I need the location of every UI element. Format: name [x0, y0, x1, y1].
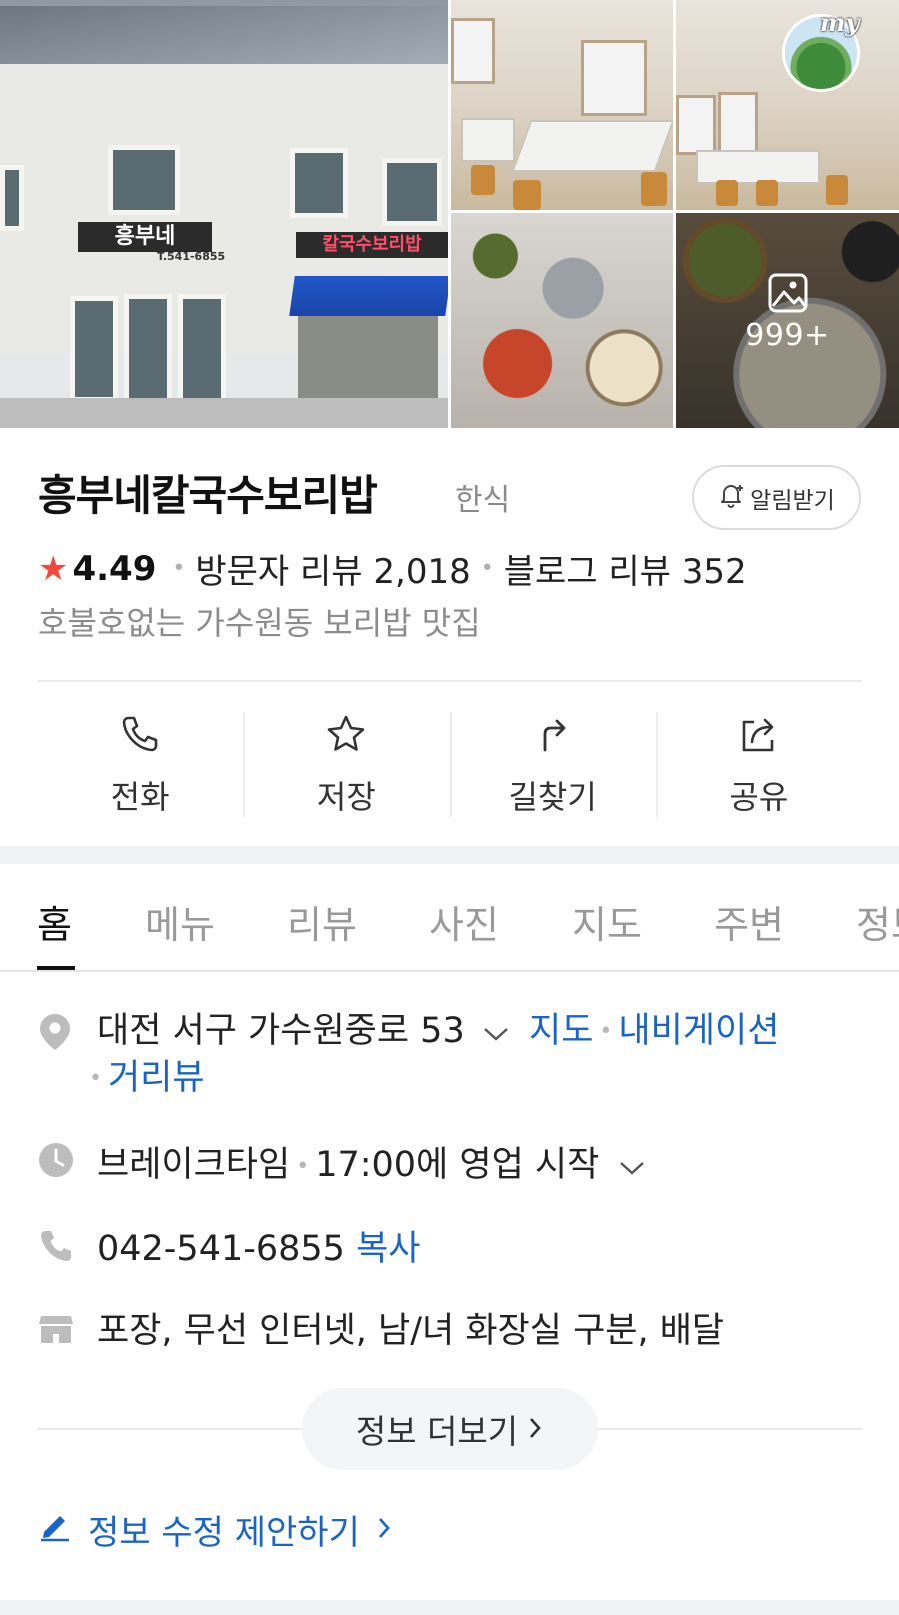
store-icon: [38, 1310, 74, 1350]
share-label: 공유: [729, 778, 789, 816]
chevron-right-icon: [526, 1410, 544, 1449]
hours-row[interactable]: 브레이크타임 • 17:00에 영업 시작: [97, 1136, 646, 1187]
chevron-down-icon[interactable]: [618, 1146, 646, 1186]
place-name: 흥부네칼국수보리밥: [38, 471, 378, 520]
suggest-edit-link[interactable]: 정보 수정 제안하기: [38, 1505, 392, 1554]
blog-reviews-link[interactable]: 블로그 리뷰 352: [504, 544, 747, 593]
storefront-photo[interactable]: 흥부네 T.541-6855 칼국수보리밥: [0, 0, 448, 428]
phone-number[interactable]: 042-541-6855: [97, 1229, 345, 1269]
more-info-label: 정보 더보기: [355, 1412, 519, 1451]
interior-photo-1[interactable]: [451, 0, 673, 210]
star-icon: [324, 712, 368, 760]
place-category: 한식: [455, 483, 511, 518]
divider: [37, 680, 862, 682]
tab-reviews[interactable]: 리뷰: [287, 894, 357, 949]
section-separator: [0, 1600, 899, 1615]
streetview-link[interactable]: 거리뷰: [108, 1058, 205, 1098]
storefront-sign-menu: 칼국수보리밥: [296, 232, 448, 258]
notification-label: 알림받기: [750, 487, 835, 514]
tab-menu[interactable]: 메뉴: [145, 894, 215, 949]
call-button[interactable]: 전화: [37, 700, 243, 825]
share-icon: [736, 712, 782, 760]
tab-bar-border: [0, 970, 899, 972]
photo-gallery[interactable]: 흥부네 T.541-6855 칼국수보리밥 999+: [0, 0, 899, 428]
food-photo-1[interactable]: [451, 213, 673, 428]
notification-button[interactable]: 알림받기: [692, 465, 861, 530]
tab-bar: 홈 메뉴 리뷰 사진 지도 주변 정보: [0, 864, 899, 970]
tab-photos[interactable]: 사진: [429, 894, 499, 949]
storefront-sign-phone: T.541-6855: [157, 250, 226, 263]
place-tagline: 호불호없는 가수원동 보리밥 맛집: [38, 604, 481, 642]
phone-icon: [38, 1228, 74, 1268]
suggest-edit-label: 정보 수정 제안하기: [88, 1513, 360, 1553]
directions-button[interactable]: 길찾기: [449, 700, 656, 825]
rating-score: 4.49: [72, 548, 157, 589]
chevron-down-icon[interactable]: [482, 1009, 510, 1055]
location-pin-icon: [38, 1012, 72, 1056]
photo-count-overlay[interactable]: 999+: [676, 272, 899, 362]
visitor-reviews-link[interactable]: 방문자 리뷰 2,018: [195, 544, 470, 593]
rating-row: ★ 4.49 • 방문자 리뷰 2,018 • 블로그 리뷰 352: [38, 544, 747, 593]
hours-detail: 17:00에 영업 시작: [315, 1145, 600, 1185]
call-label: 전화: [110, 778, 170, 816]
save-button[interactable]: 저장: [243, 700, 449, 825]
save-label: 저장: [316, 778, 376, 816]
image-icon: [767, 272, 809, 318]
address-text[interactable]: 대전 서구 가수원중로 53: [97, 1011, 465, 1051]
tab-home[interactable]: 홈: [37, 894, 72, 949]
bell-plus-icon: [718, 482, 744, 514]
clock-icon: [38, 1142, 74, 1182]
directions-icon: [531, 712, 575, 760]
rating-star-icon: ★: [38, 548, 69, 589]
amenities-text: 포장, 무선 인터넷, 남/녀 화장실 구분, 배달: [97, 1311, 725, 1351]
copy-phone-button[interactable]: 복사: [356, 1229, 420, 1269]
address-row: 대전 서구 가수원중로 53 지도 • 내비게이션 • 거리뷰: [89, 1009, 780, 1098]
section-separator: [0, 846, 899, 864]
directions-label: 길찾기: [508, 778, 597, 816]
tab-nearby[interactable]: 주변: [714, 894, 784, 949]
my-badge-label: my: [820, 8, 860, 37]
storefront-sign: 흥부네: [78, 222, 212, 252]
navigation-link[interactable]: 내비게이션: [618, 1011, 779, 1051]
phone-icon: [118, 712, 162, 760]
action-bar: 전화 저장 길찾기 공유: [37, 700, 862, 825]
chevron-right-icon: [376, 1510, 392, 1550]
more-info-button[interactable]: 정보 더보기: [302, 1388, 598, 1470]
photo-count: 999+: [745, 318, 830, 353]
phone-row: 042-541-6855 복사: [97, 1220, 421, 1271]
tab-info[interactable]: 정보: [856, 894, 899, 949]
hours-status: 브레이크타임: [97, 1145, 291, 1185]
share-button[interactable]: 공유: [655, 700, 862, 825]
map-link[interactable]: 지도: [529, 1011, 593, 1051]
pencil-icon: [38, 1508, 72, 1551]
tab-map[interactable]: 지도: [572, 894, 642, 949]
